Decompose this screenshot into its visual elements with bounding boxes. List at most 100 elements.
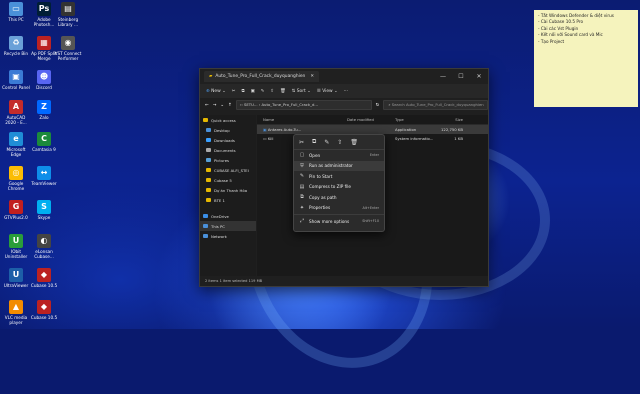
desktop-icon[interactable]: ◎ Google Chrome	[1, 166, 31, 191]
chevron-down-icon[interactable]: ⌄	[220, 103, 224, 108]
app-icon: ◆	[37, 268, 51, 282]
column-type[interactable]: Type	[395, 117, 433, 122]
copy-icon[interactable]: ⧉	[312, 138, 316, 146]
desktop-icon[interactable]: ▲ VLC media player	[1, 300, 31, 325]
folder-icon	[206, 148, 211, 152]
sidebar-item[interactable]: BTE 1	[200, 195, 256, 205]
desktop-icon[interactable]: ◉ VST Connect Performer	[53, 36, 83, 61]
desktop-icon[interactable]: ▭ This PC	[1, 2, 31, 22]
file-type: System informatio...	[395, 136, 433, 141]
desktop-icon[interactable]: ◆ Cubase 10.5	[29, 300, 59, 320]
column-size[interactable]: Size	[433, 117, 467, 122]
menu-item-icon: ⧉	[300, 194, 304, 201]
file-icon: ▭	[263, 136, 267, 141]
title-bar[interactable]: ▰ Auto_Tune_Pro_Full_Crack_duyquanghien …	[200, 69, 488, 84]
desktop-icon-label: Google Chrome	[7, 181, 25, 191]
rename-icon[interactable]: ✎	[324, 139, 329, 146]
desktop-icon-label: Discord	[36, 85, 52, 90]
desktop-icon-label: Cubase 10.5	[30, 315, 58, 320]
menu-item[interactable]: ▤ Compress to ZIP file	[294, 182, 384, 193]
sidebar-item-label: Network	[211, 233, 227, 239]
cut-icon[interactable]: ✂	[299, 139, 304, 146]
minimize-button[interactable]: —	[434, 69, 452, 84]
desktop-icon[interactable]: e Microsoft Edge	[1, 132, 31, 157]
menu-item[interactable]: ✎ Pin to Start	[294, 171, 384, 182]
app-icon: ▭	[9, 2, 23, 16]
sort-button[interactable]: ⇅ Sort ⌄	[292, 89, 311, 94]
up-icon[interactable]: ↑	[228, 103, 232, 108]
sidebar-item[interactable]: CUBASE ALFI_STEI	[200, 165, 256, 175]
column-date[interactable]: Date modified	[347, 117, 395, 122]
rename-icon[interactable]: ✎	[261, 89, 265, 94]
menu-item-icon: ⛨	[300, 162, 304, 169]
sidebar-item-label: Dự án Thanh Hóa	[214, 187, 248, 193]
delete-icon[interactable]: 🗑	[280, 89, 286, 94]
desktop-icon[interactable]: Z Zalo	[29, 100, 59, 120]
desktop-icon[interactable]: ▣ Control Panel	[1, 70, 31, 90]
menu-item-label: Open	[309, 152, 321, 158]
close-tab-icon[interactable]: ✕	[310, 74, 314, 79]
desktop-icon-label: eLonsan Cubase...	[34, 249, 54, 259]
desktop-icon[interactable]: ♻ Recycle Bin	[1, 36, 31, 56]
more-button[interactable]: ···	[344, 89, 348, 94]
desktop-icon[interactable]: U UltraViewer	[1, 268, 31, 288]
sidebar-item[interactable]: Network	[200, 231, 256, 241]
address-row: ← → ⌄ ↑ ‹‹ SETU... › Auto_Tune_Pro_Full_…	[200, 98, 488, 112]
cut-icon[interactable]: ✂	[232, 89, 236, 94]
view-button[interactable]: ☰ View ⌄	[317, 89, 338, 94]
app-icon: ↔	[37, 166, 51, 180]
desktop-icon[interactable]: C Camtasia 9	[29, 132, 59, 152]
menu-item-icon: ✎	[299, 173, 305, 180]
table-row[interactable]: ▣ Antares Auto-Tu... Application 122,750…	[257, 125, 488, 134]
share-icon[interactable]: ⇧	[337, 139, 342, 146]
desktop-icon[interactable]: G GTVPlus2.0	[1, 200, 31, 220]
menu-item[interactable]: ▢ Open Enter	[294, 150, 384, 161]
menu-item[interactable]: ✦ Properties Alt+Enter	[294, 203, 384, 214]
desktop-icon[interactable]: U IObit Uninstaller	[1, 234, 31, 259]
menu-item[interactable]: ⧉ Copy as path	[294, 192, 384, 203]
desktop-icon[interactable]: ☻ Discord	[29, 70, 59, 90]
column-name[interactable]: Name	[257, 117, 347, 122]
sidebar-item[interactable]: This PC	[200, 221, 256, 231]
sidebar-item[interactable]: Cubase 5	[200, 175, 256, 185]
sidebar-item[interactable]: OneDrive	[200, 211, 256, 221]
share-icon[interactable]: ⇧	[270, 89, 274, 94]
menu-item[interactable]: ⛨ Run as administrator	[294, 160, 384, 171]
refresh-icon[interactable]: ↻	[376, 103, 380, 108]
sidebar-item[interactable]: Quick access	[200, 115, 256, 125]
sidebar-item[interactable]: Downloads	[200, 135, 256, 145]
app-icon: Ps	[37, 2, 51, 16]
menu-item-icon: ⤢	[299, 218, 304, 225]
menu-item-icon: ▤	[299, 183, 305, 190]
desktop-icon[interactable]: A AutoCAD 2020 - E...	[1, 100, 31, 125]
menu-item[interactable]: ⤢ Show more options Shift+F10	[294, 216, 384, 227]
delete-icon[interactable]: 🗑	[350, 139, 358, 146]
sidebar-item[interactable]: Dự án Thanh Hóa	[200, 185, 256, 195]
folder-icon	[206, 138, 211, 142]
explorer-tab[interactable]: ▰ Auto_Tune_Pro_Full_Crack_duyquanghien …	[204, 71, 320, 82]
desktop-icon[interactable]: ↔ TeamViewer	[29, 166, 59, 186]
desktop-icon[interactable]: ▤ Steinberg Library ...	[53, 2, 83, 27]
back-icon[interactable]: ←	[205, 103, 209, 108]
context-quick-actions: ✂ ⧉ ✎ ⇧ 🗑	[294, 135, 384, 150]
sidebar-item[interactable]: Desktop	[200, 125, 256, 135]
close-button[interactable]: ✕	[470, 69, 488, 84]
paste-icon[interactable]: ▣	[251, 89, 255, 94]
sidebar-item[interactable]: Pictures	[200, 155, 256, 165]
note-line: - Tạo Project	[538, 38, 565, 44]
desktop-icon[interactable]: ◐ eLonsan Cubase...	[29, 234, 59, 259]
desktop-icon[interactable]: S Skype	[29, 200, 59, 220]
sticky-note[interactable]: - Tắt Windows Defender & diệt virus - Cà…	[534, 10, 638, 107]
new-button[interactable]: ⊕ New ⌄	[206, 89, 226, 94]
copy-icon[interactable]: ⧉	[241, 88, 244, 94]
folder-icon	[206, 158, 211, 162]
status-bar: 2 items 1 item selected 119 MB	[200, 276, 488, 286]
search-input[interactable]: ⌕ Search Auto_Tune_Pro_Full_Crack_duyqua…	[383, 100, 488, 110]
forward-icon[interactable]: →	[213, 103, 217, 108]
maximize-button[interactable]: ☐	[452, 69, 470, 84]
address-bar[interactable]: ‹‹ SETU... › Auto_Tune_Pro_Full_Crack_d.…	[235, 100, 372, 110]
menu-item-shortcut: Enter	[369, 153, 379, 158]
context-menu: ✂ ⧉ ✎ ⇧ 🗑 ▢ Open Enter ⛨ Run as administrato…	[293, 134, 385, 232]
desktop-icon[interactable]: ◆ Cubase 10.5	[29, 268, 59, 288]
sidebar-item[interactable]: Documents	[200, 145, 256, 155]
